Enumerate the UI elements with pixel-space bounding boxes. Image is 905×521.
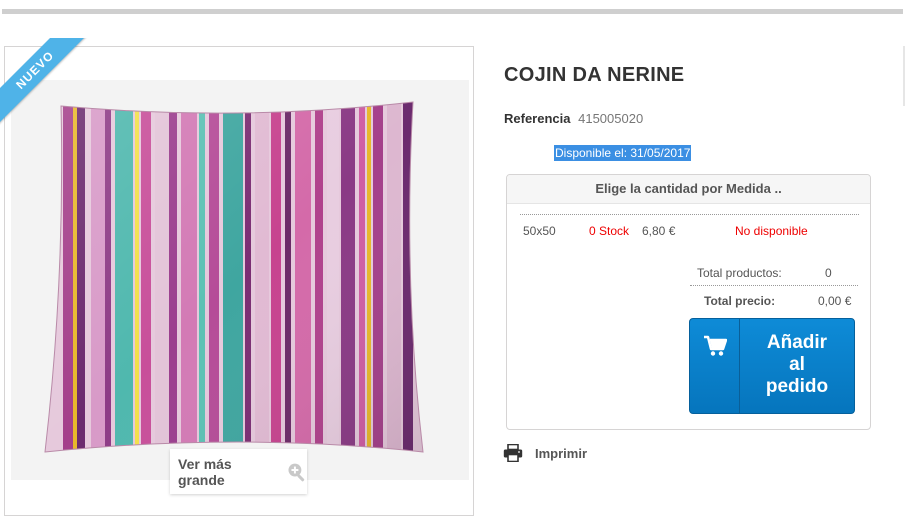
divider [690,285,858,286]
add-to-order-label: Añadir al pedido [740,319,854,413]
reference-label: Referencia [504,111,571,126]
top-divider [2,9,903,14]
print-link[interactable]: Imprimir [503,444,587,462]
total-products-value: 0 [825,266,832,280]
total-price-label: Total precio: [704,294,776,308]
new-badge: NUEVO [0,38,90,128]
cart-icon [690,319,740,413]
add-button-line-3: pedido [765,376,829,397]
add-button-line-1: Añadir [766,332,828,353]
print-label: Imprimir [535,445,588,461]
size-label: 50x50 [523,224,556,238]
stock-label: 0 Stock [589,224,630,238]
product-image[interactable] [11,80,469,480]
availability-status: No disponible [735,224,808,238]
unit-price: 6,80 € [642,224,676,238]
total-products-label: Total productos: [697,266,782,280]
view-larger-button[interactable]: Ver más grande [170,449,307,494]
availability-date: Disponible el: 31/05/2017 [554,145,692,161]
divider [520,214,859,215]
product-reference: Referencia 415005020 [504,111,643,126]
add-to-order-button[interactable]: Añadir al pedido [689,318,855,414]
cushion-image [11,80,469,480]
product-title: COJIN DA NERINE [504,64,685,86]
quantity-panel-header: Elige la cantidad por Medida .. [507,175,870,204]
new-badge-label: NUEVO [0,38,90,125]
print-icon [503,444,523,462]
quantity-panel: Elige la cantidad por Medida .. 50x50 0 … [506,174,871,430]
zoom-icon [288,463,305,481]
add-button-line-2: al [789,354,805,375]
view-larger-label: Ver más grande [178,455,232,488]
reference-value: 415005020 [578,111,644,126]
total-price-value: 0,00 € [818,294,852,308]
